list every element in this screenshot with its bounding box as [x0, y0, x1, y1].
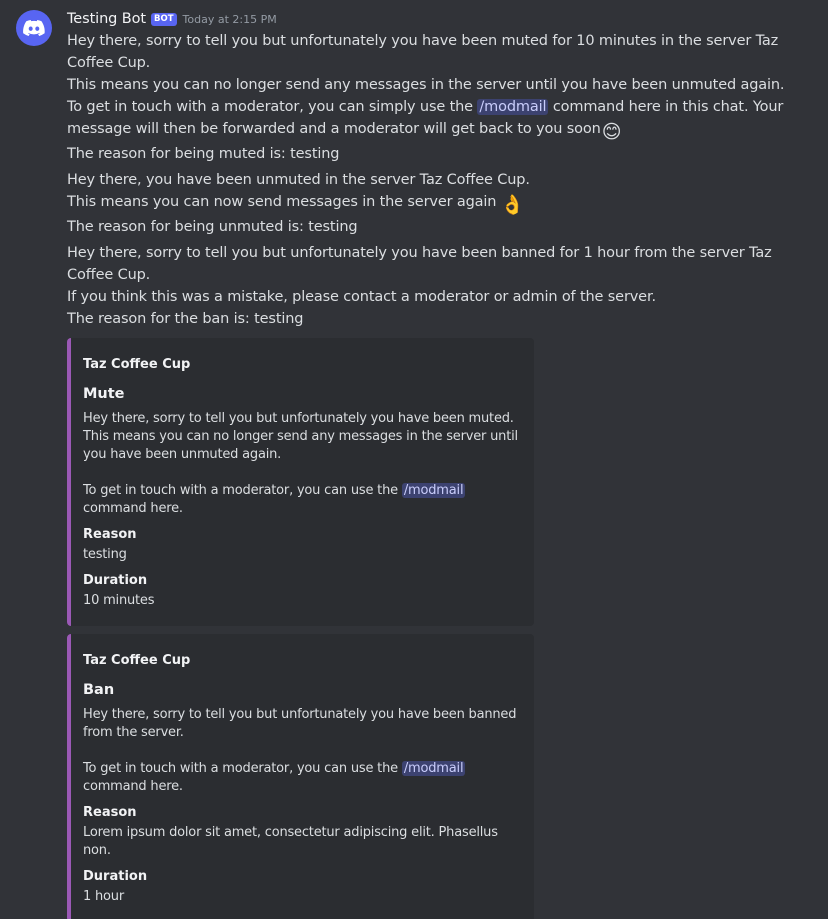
bot-message: Testing Bot BOT Today at 2:15 PM Hey the… [0, 0, 828, 919]
field-value: testing [83, 547, 127, 562]
field-value: 10 minutes [83, 593, 155, 608]
text-line: The reason for being unmuted is: testing [67, 219, 358, 235]
embed-author: Taz Coffee Cup [83, 653, 191, 668]
text-line: Hey there, you have been unmuted in the … [67, 172, 530, 188]
embed-description: Hey there, sorry to tell you but unfortu… [83, 410, 518, 518]
message-header: Testing Bot BOT Today at 2:15 PM [67, 8, 788, 30]
text-segment: To get in touch with a moderator, you ca… [83, 483, 398, 498]
embed-title: Mute [83, 386, 125, 402]
modmail-command-mention[interactable]: /modmail [401, 483, 466, 498]
embed-field-reason: Reason testing [83, 526, 518, 564]
text-segment: command here. [83, 779, 183, 794]
embed-desc-paragraph: To get in touch with a moderator, you ca… [83, 482, 518, 518]
modmail-command-mention[interactable]: /modmail [401, 761, 466, 776]
text-line: This means you can now send messages in … [67, 191, 788, 216]
field-value: 1 hour [83, 889, 124, 904]
embed-desc-paragraph: Hey there, sorry to tell you but unfortu… [83, 707, 517, 740]
field-name: Duration [83, 869, 148, 884]
text-segment: To get in touch with a moderator, you ca… [67, 99, 473, 115]
embed-title: Ban [83, 682, 115, 698]
ban-embed: Taz Coffee Cup Ban Hey there, sorry to t… [67, 634, 534, 919]
message-timestamp[interactable]: Today at 2:15 PM [183, 9, 277, 31]
field-name: Reason [83, 527, 137, 542]
text-line: The reason for the ban is: testing [67, 311, 304, 327]
username[interactable]: Testing Bot [67, 8, 146, 30]
modmail-command-mention[interactable]: /modmail [477, 99, 549, 115]
smiling-face-emoji-icon[interactable]: 😊 [601, 121, 623, 143]
mute-embed: Taz Coffee Cup Mute Hey there, sorry to … [67, 338, 534, 626]
ok-hand-emoji-icon[interactable]: 👌 [501, 194, 525, 216]
text-segment: This means you can now send messages in … [67, 194, 497, 210]
mute-dm-text: Hey there, sorry to tell you but unfortu… [67, 30, 788, 165]
embed-desc-paragraph: To get in touch with a moderator, you ca… [83, 760, 518, 796]
field-name: Duration [83, 573, 148, 588]
bot-tag-badge: BOT [151, 13, 177, 26]
embed-desc-paragraph: Hey there, sorry to tell you but unfortu… [83, 411, 518, 462]
embed-field-duration: Duration 10 minutes [83, 572, 518, 610]
embed-field-duration: Duration 1 hour [83, 868, 518, 906]
ban-dm-text: Hey there, sorry to tell you but unfortu… [67, 242, 788, 330]
text-line: This means you can no longer send any me… [67, 77, 785, 93]
unmute-dm-text: Hey there, you have been unmuted in the … [67, 169, 788, 238]
text-line: Hey there, sorry to tell you but unfortu… [67, 245, 772, 283]
embed-author: Taz Coffee Cup [83, 357, 191, 372]
discord-logo-icon [23, 20, 45, 36]
text-line: To get in touch with a moderator, you ca… [67, 96, 788, 143]
text-line: The reason for being muted is: testing [67, 146, 340, 162]
field-value: Lorem ipsum dolor sit amet, consectetur … [83, 825, 498, 858]
field-name: Reason [83, 805, 137, 820]
bot-avatar[interactable] [16, 10, 52, 46]
text-segment: To get in touch with a moderator, you ca… [83, 761, 398, 776]
text-line: If you think this was a mistake, please … [67, 289, 656, 305]
embed-description: Hey there, sorry to tell you but unfortu… [83, 706, 518, 796]
text-line: Hey there, sorry to tell you but unfortu… [67, 33, 779, 71]
embed-field-reason: Reason Lorem ipsum dolor sit amet, conse… [83, 804, 518, 860]
text-segment: command here. [83, 501, 183, 516]
